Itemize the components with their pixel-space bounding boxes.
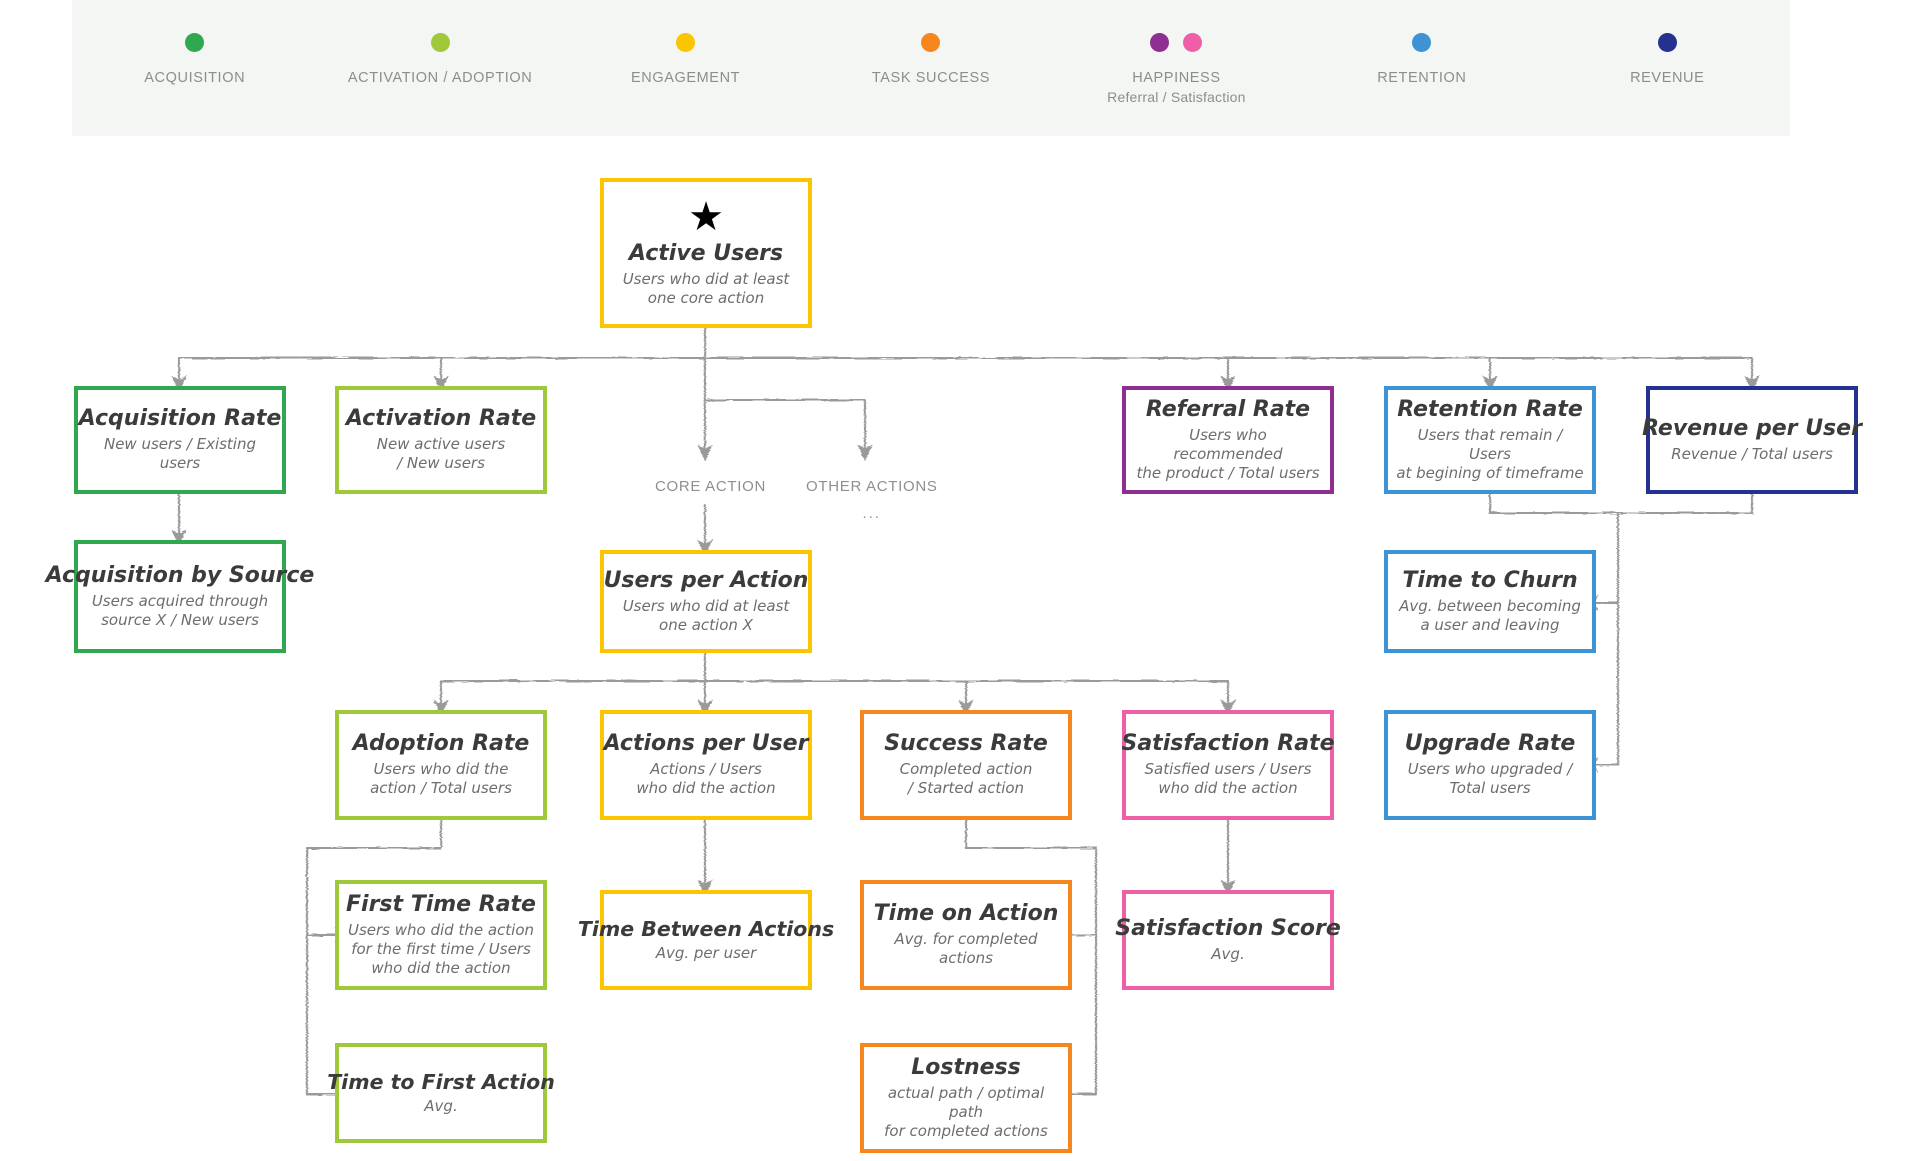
caption-other-actions-ellipsis: ... [862, 505, 882, 522]
node-upgrade-rate[interactable]: Upgrade Rate Users who upgraded / Total u… [1384, 710, 1596, 820]
node-desc: Satisfied users / Users who did the actio… [1144, 760, 1312, 798]
star-icon: ★ [688, 195, 724, 240]
legend-dot-icon [921, 32, 941, 52]
legend-acquisition[interactable]: ACQUISITION [72, 0, 317, 89]
legend-activation-adoption[interactable]: ACTIVATION / ADOPTION [317, 0, 562, 89]
node-desc: Users who recommended the product / Total… [1136, 425, 1320, 483]
node-title: Time Between Actions [577, 916, 835, 941]
legend-label: TASK SUCCESS [871, 70, 991, 86]
node-time-to-churn[interactable]: Time to Churn Avg. between becoming a use… [1384, 550, 1596, 653]
legend-label: ACTIVATION / ADOPTION [347, 70, 533, 86]
legend-retention[interactable]: RETENTION [1299, 0, 1544, 89]
node-time-between-actions[interactable]: Time Between Actions Avg. per user [578, 890, 834, 990]
node-title: Lostness [911, 1054, 1021, 1080]
node-title: Satisfaction Score [1115, 915, 1341, 941]
legend-revenue[interactable]: REVENUE [1545, 0, 1790, 89]
node-desc: Users who upgraded / Total users [1407, 760, 1573, 798]
legend-happiness[interactable]: HAPPINESS Referral / Satisfaction [1054, 0, 1299, 105]
node-time-to-first-action[interactable]: Time to First Action Avg. [327, 1043, 555, 1143]
node-desc: Users acquired through source X / New use… [91, 591, 269, 629]
node-satisfaction-rate[interactable]: Satisfaction Rate Satisfied users / User… [1121, 710, 1335, 820]
caption-core-action: CORE ACTION [655, 478, 766, 495]
legend-bar: ACQUISITION ACTIVATION / ADOPTION ENGAGEME… [72, 0, 1790, 136]
legend-dot-group [430, 30, 450, 54]
node-desc: Avg. per user [655, 944, 757, 962]
node-actions-per-user[interactable]: Actions per User Actions / Users who did … [600, 710, 812, 820]
node-revenue-per-user[interactable]: Revenue per User Revenue / Total users [1642, 386, 1862, 494]
node-desc: Users who did at least one action X [622, 596, 790, 634]
legend-engagement[interactable]: ENGAGEMENT [563, 0, 808, 89]
node-title: Acquisition Rate [78, 406, 282, 432]
caption-core-action-label: CORE ACTION [655, 478, 767, 495]
caption-other-actions-label: OTHER ACTIONS [806, 478, 938, 495]
node-title: Revenue per User [1642, 415, 1862, 441]
node-desc: Avg. [424, 1097, 458, 1115]
node-desc: Avg. between becoming a user and leaving [1399, 596, 1581, 634]
node-acquisition-rate[interactable]: Acquisition Rate New users / Existing us… [74, 386, 286, 494]
node-desc: Avg. for completed actions [894, 930, 1038, 968]
legend-label: REVENUE [1630, 70, 1705, 86]
node-desc: Completed action / Started action [899, 760, 1033, 798]
node-desc: Users who did at least one core action [622, 270, 790, 308]
node-title: Users per Action [603, 567, 809, 593]
node-title: Success Rate [884, 731, 1048, 757]
node-success-rate[interactable]: Success Rate Completed action / Started a… [860, 710, 1072, 820]
node-desc: Users who did the action for the first ti… [347, 920, 535, 978]
legend-dot-icon [1657, 32, 1677, 52]
node-title: Active Users [628, 241, 784, 267]
legend-label: ENGAGEMENT [630, 70, 741, 86]
metrics-framework-diagram: ACQUISITION ACTIVATION / ADOPTION ENGAGEME… [0, 0, 1924, 1161]
legend-dot-group [676, 30, 696, 54]
node-desc: actual path / optimal path for completed … [884, 1083, 1048, 1141]
node-title: Time to Churn [1402, 567, 1578, 593]
legend-sublabel: Referral / Satisfaction [1107, 89, 1246, 106]
legend-dot-icon [1150, 32, 1170, 52]
legend-dot-group [1412, 30, 1432, 54]
node-title: Activation Rate [345, 406, 537, 432]
node-title: Referral Rate [1145, 396, 1311, 422]
legend-dot-group [1657, 30, 1677, 54]
legend-dot-icon [1183, 32, 1203, 52]
node-first-time-rate[interactable]: First Time Rate Users who did the action… [335, 880, 547, 990]
legend-label: RETENTION [1377, 70, 1467, 86]
node-desc: Actions / Users who did the action [636, 760, 776, 798]
node-desc: Revenue / Total users [1671, 444, 1833, 463]
legend-task-success[interactable]: TASK SUCCESS [808, 0, 1053, 89]
node-satisfaction-score[interactable]: Satisfaction Score Avg. [1115, 890, 1341, 990]
node-desc: Avg. [1211, 944, 1245, 963]
legend-label: ACQUISITION [144, 70, 246, 86]
legend-dot-group [921, 30, 941, 54]
legend-dot-group [185, 30, 205, 54]
legend-dot-group [1150, 30, 1203, 54]
node-title: Time to First Action [327, 1069, 555, 1094]
caption-other-actions: OTHER ACTIONS ... [806, 478, 938, 522]
node-title: Adoption Rate [352, 731, 530, 757]
node-lostness[interactable]: Lostness actual path / optimal path for c… [860, 1043, 1072, 1153]
node-title: Upgrade Rate [1404, 731, 1576, 757]
node-title: Time on Action [873, 901, 1059, 927]
legend-label: HAPPINESS [1132, 70, 1221, 86]
node-time-on-action[interactable]: Time on Action Avg. for completed actions [860, 880, 1072, 990]
node-title: Actions per User [603, 731, 809, 757]
node-desc: New users / Existing users [103, 435, 257, 473]
legend-dot-icon [185, 32, 205, 52]
node-retention-rate[interactable]: Retention Rate Users that remain / Users… [1384, 386, 1596, 494]
node-referral-rate[interactable]: Referral Rate Users who recommended the p… [1122, 386, 1334, 494]
node-adoption-rate[interactable]: Adoption Rate Users who did the action / … [335, 710, 547, 820]
node-title: Retention Rate [1397, 396, 1583, 422]
node-title: Acquisition by Source [45, 562, 315, 588]
legend-dot-icon [430, 32, 450, 52]
node-active-users[interactable]: ★ Active Users Users who did at least one… [600, 178, 812, 328]
node-acquisition-by-source[interactable]: Acquisition by Source Users acquired thr… [46, 540, 314, 653]
node-users-per-action[interactable]: Users per Action Users who did at least o… [600, 550, 812, 653]
node-title: Satisfaction Rate [1121, 731, 1335, 757]
legend-dot-icon [676, 32, 696, 52]
legend-dot-icon [1412, 32, 1432, 52]
node-desc: Users who did the action / Total users [370, 760, 512, 798]
node-title: First Time Rate [346, 891, 536, 917]
node-desc: Users that remain / Users at begining of … [1396, 425, 1584, 483]
node-activation-rate[interactable]: Activation Rate New active users / New us… [335, 386, 547, 494]
node-desc: New active users / New users [376, 435, 506, 473]
